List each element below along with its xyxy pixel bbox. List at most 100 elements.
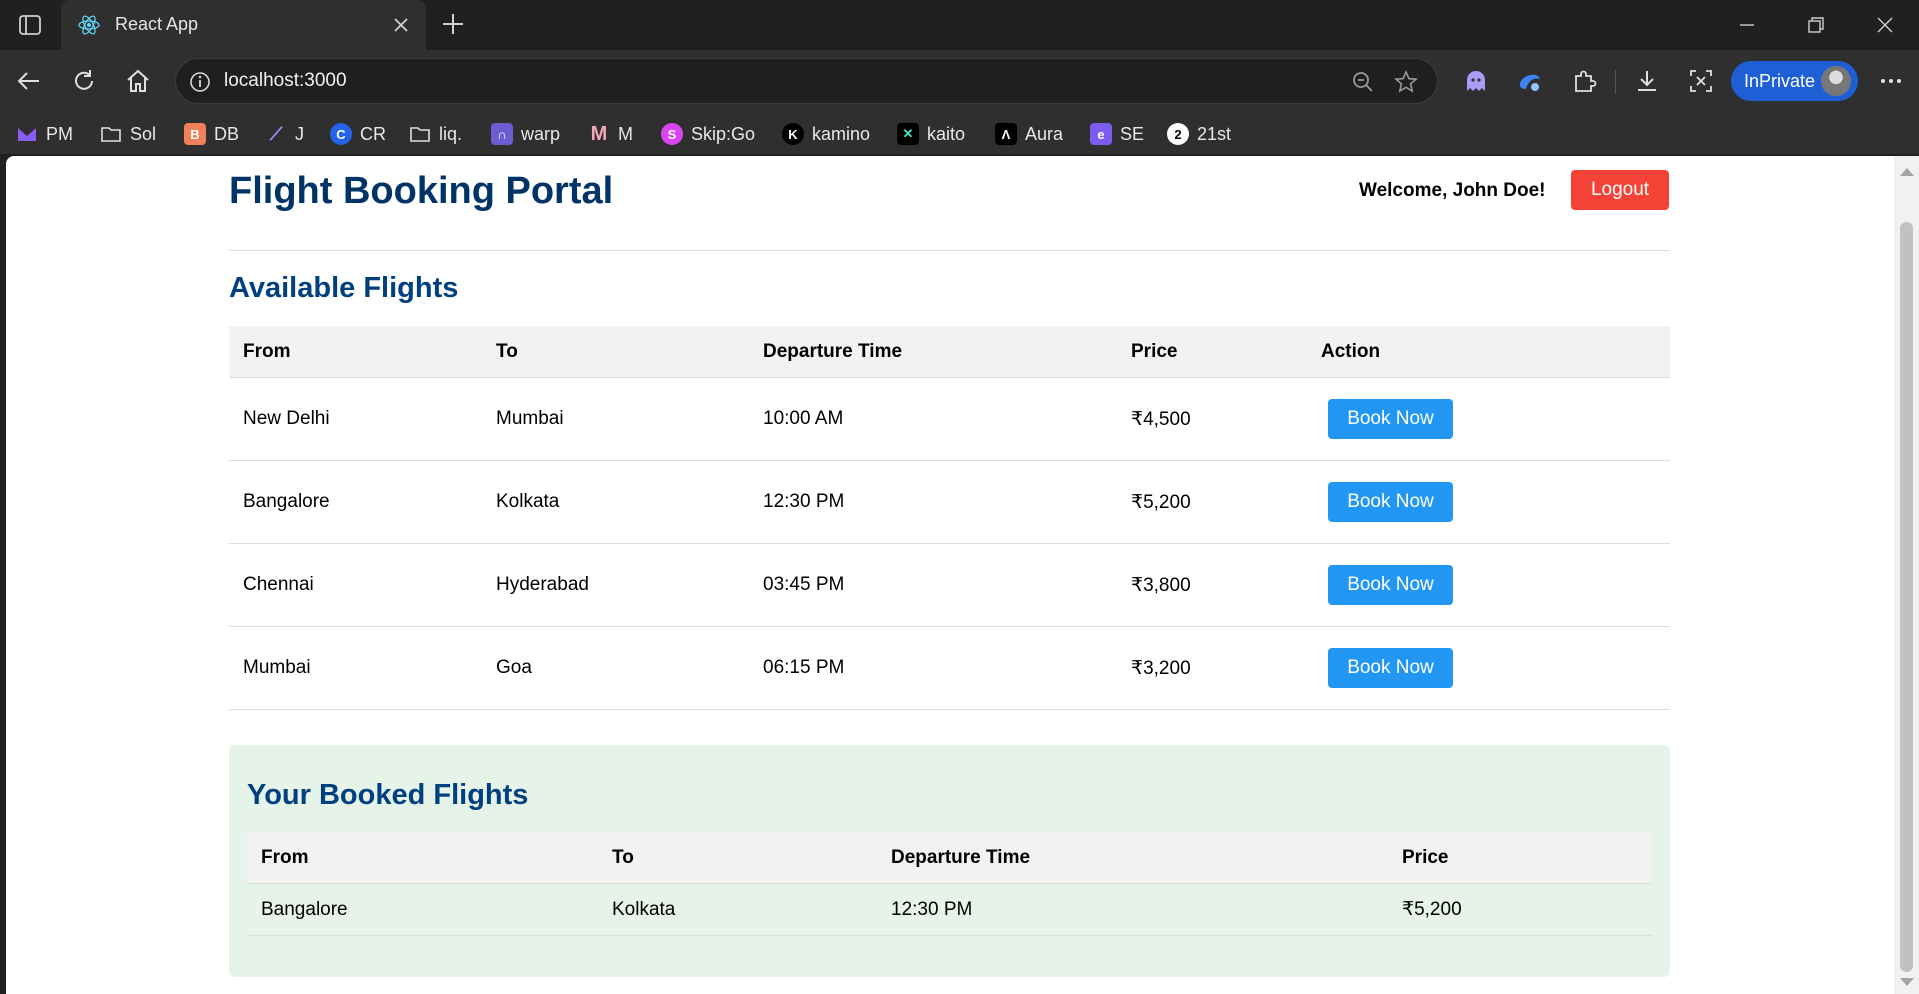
inprivate-label: InPrivate [1744, 71, 1816, 91]
bookmark-sol[interactable]: Sol [100, 120, 156, 148]
time-cell: 12:30 PM [877, 883, 1388, 936]
bookmark-pm[interactable]: PM [16, 120, 73, 148]
bookmark-label: DB [214, 123, 240, 144]
zoom-out-icon[interactable] [1351, 70, 1375, 94]
booked-flights-section: Your Booked Flights From To Departure Ti… [229, 745, 1670, 977]
bookmark-21st[interactable]: 2 21st [1167, 120, 1231, 148]
new-tab-icon[interactable] [440, 11, 466, 37]
cr-icon: C [330, 123, 352, 145]
table-row: Bangalore Kolkata 12:30 PM ₹5,200 [247, 883, 1652, 936]
site-info-icon[interactable] [188, 70, 212, 94]
bookmark-cr[interactable]: C CR [330, 120, 386, 148]
tab-bar: React App [0, 0, 1919, 50]
bookmark-aura[interactable]: Λ Aura [995, 120, 1063, 148]
wallet-extension-icon[interactable] [1516, 67, 1544, 95]
bookmark-label: J [295, 123, 304, 144]
back-icon[interactable] [15, 67, 43, 95]
book-now-button[interactable]: Book Now [1328, 482, 1453, 522]
header-divider [229, 250, 1670, 251]
refresh-icon[interactable] [70, 67, 98, 95]
action-cell: Book Now [1307, 626, 1670, 710]
bookmark-kamino[interactable]: K kamino [782, 120, 870, 148]
column-header: Departure Time [749, 326, 1117, 378]
available-flights-heading: Available Flights [229, 272, 459, 304]
from-cell: Bangalore [247, 883, 598, 936]
favorite-star-icon[interactable] [1394, 70, 1418, 94]
toolbar-separator [1615, 70, 1616, 94]
bookmark-label: kaito [927, 123, 966, 144]
table-row: Mumbai Goa 06:15 PM ₹3,200 Book Now [229, 626, 1670, 710]
profile-avatar [1821, 66, 1851, 96]
restore-icon[interactable] [1806, 15, 1826, 35]
bookmark-label: SE [1120, 123, 1145, 144]
inprivate-profile-button[interactable]: InPrivate [1731, 61, 1858, 101]
from-cell: Mumbai [229, 626, 482, 710]
bookmark-j[interactable]: ⟋ J [265, 120, 304, 148]
kamino-icon: K [782, 123, 804, 145]
book-now-button[interactable]: Book Now [1328, 648, 1453, 688]
tab-title: React App [115, 14, 199, 34]
folder-icon [100, 123, 122, 145]
m-icon: M [590, 122, 608, 145]
close-window-icon[interactable] [1875, 15, 1895, 35]
table-header-row: From To Departure Time Price Action [229, 326, 1670, 378]
ghost-extension-icon[interactable] [1462, 67, 1490, 95]
table-row: Chennai Hyderabad 03:45 PM ₹3,800 Book N… [229, 543, 1670, 627]
price-cell: ₹4,500 [1117, 377, 1307, 461]
bookmark-liq[interactable]: liq. [409, 120, 462, 148]
column-header: Action [1307, 326, 1670, 378]
bookmark-skipgo[interactable]: S Skip:Go [661, 120, 755, 148]
bookmark-label: CR [360, 123, 386, 144]
bookmark-label: 21st [1197, 123, 1232, 144]
address-bar[interactable]: localhost:3000 [175, 58, 1438, 104]
warp-icon: ∩ [491, 123, 513, 145]
bookmark-m[interactable]: M M [588, 120, 633, 148]
column-header: From [247, 832, 598, 884]
scroll-up-arrow-icon[interactable] [1900, 168, 1914, 176]
tab-actions-icon[interactable] [18, 13, 42, 37]
scroll-down-arrow-icon[interactable] [1900, 978, 1914, 986]
close-tab-icon[interactable] [391, 15, 411, 35]
book-now-button[interactable]: Book Now [1328, 399, 1453, 439]
downloads-icon[interactable] [1633, 67, 1661, 95]
active-tab[interactable]: React App [61, 0, 426, 50]
bookmark-label: Aura [1025, 123, 1064, 144]
scroll-thumb[interactable] [1900, 222, 1913, 972]
action-cell: Book Now [1307, 460, 1670, 544]
bookmark-warp[interactable]: ∩ warp [491, 120, 560, 148]
se-icon: e [1090, 123, 1112, 145]
react-icon [78, 15, 100, 35]
logout-button[interactable]: Logout [1571, 170, 1669, 210]
browser-toolbar: localhost:3000 InPrivate [0, 50, 1919, 114]
from-cell: New Delhi [229, 377, 482, 461]
to-cell: Hyderabad [482, 543, 749, 627]
home-icon[interactable] [124, 67, 152, 95]
book-now-button[interactable]: Book Now [1328, 565, 1453, 605]
bookmark-label: PM [46, 123, 73, 144]
booked-flights-table: From To Departure Time Price Bangalore K… [247, 832, 1652, 936]
vertical-scrollbar[interactable] [1894, 156, 1919, 994]
to-cell: Kolkata [598, 883, 877, 936]
bookmark-se[interactable]: e SE [1090, 120, 1144, 148]
j-icon: ⟋ [269, 123, 283, 144]
booked-flights-heading: Your Booked Flights [247, 779, 529, 811]
bookmark-db[interactable]: B DB [184, 120, 239, 148]
extensions-puzzle-icon[interactable] [1570, 67, 1598, 95]
price-cell: ₹3,200 [1117, 626, 1307, 710]
bookmark-label: M [618, 123, 633, 144]
column-header: From [229, 326, 482, 378]
action-cell: Book Now [1307, 377, 1670, 461]
column-header: Departure Time [877, 832, 1388, 884]
screenshot-icon[interactable] [1687, 67, 1715, 95]
bookmark-kaito[interactable]: ✕ kaito [897, 120, 965, 148]
proton-mail-icon [16, 123, 38, 145]
from-cell: Chennai [229, 543, 482, 627]
bookmark-label: warp [521, 123, 561, 144]
more-options-icon[interactable] [1877, 67, 1905, 95]
column-header: Price [1117, 326, 1307, 378]
bookmark-label: Skip:Go [691, 123, 756, 144]
aura-icon: Λ [995, 123, 1017, 145]
minimize-icon[interactable] [1737, 15, 1757, 35]
kaito-icon: ✕ [897, 123, 919, 145]
url-text[interactable]: localhost:3000 [224, 70, 347, 92]
